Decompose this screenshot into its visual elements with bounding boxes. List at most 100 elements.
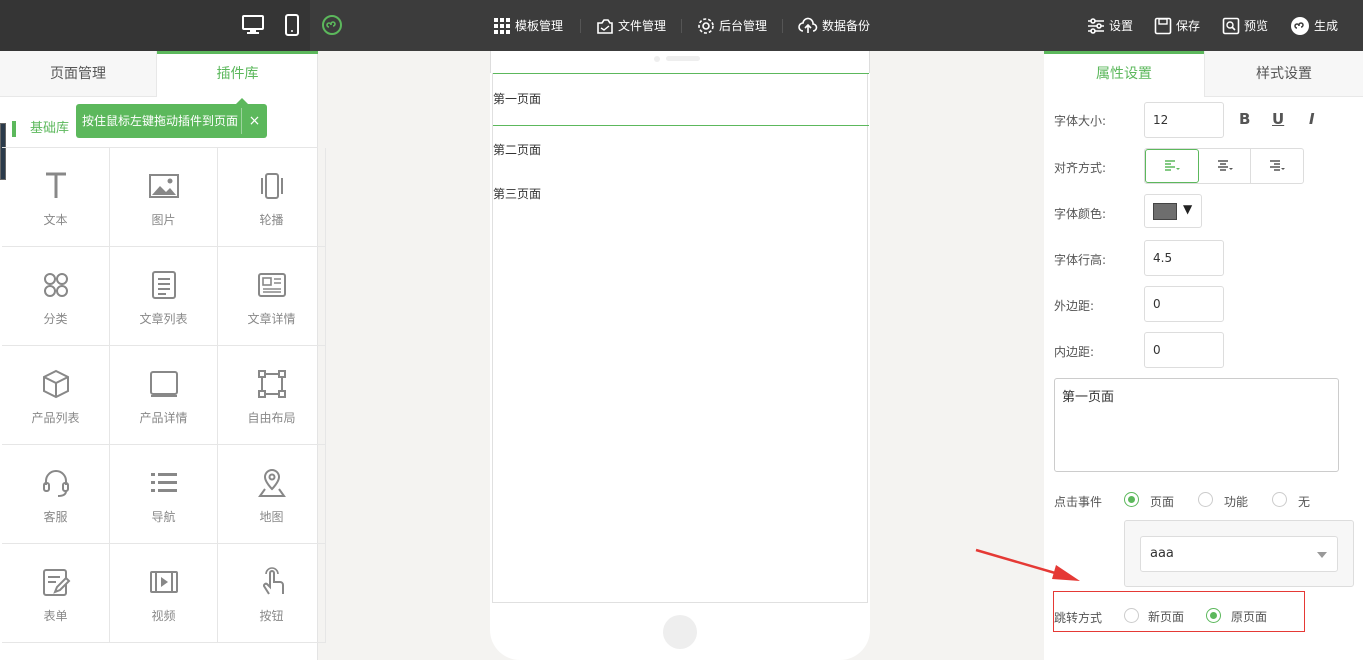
plugin-label: 产品列表 bbox=[31, 411, 80, 425]
align-center-icon bbox=[1217, 160, 1233, 171]
plugin-article-detail[interactable]: 文章详情 bbox=[218, 247, 326, 346]
font-size-input[interactable]: 12 bbox=[1144, 102, 1224, 138]
page-item-selected[interactable]: 第一页面 bbox=[493, 73, 869, 126]
plugin-category[interactable]: 分类 bbox=[2, 247, 110, 346]
library-title: 基础库 bbox=[12, 121, 69, 137]
template-manage-button[interactable]: 模板管理 bbox=[493, 0, 563, 51]
jump-mode-label: 跳转方式 bbox=[1054, 611, 1103, 625]
desktop-icon[interactable] bbox=[241, 13, 265, 37]
radio-new-page[interactable] bbox=[1124, 608, 1139, 623]
admin-manage-button[interactable]: 后台管理 bbox=[697, 0, 767, 51]
padding-label: 内边距: bbox=[1054, 345, 1095, 359]
plugin-navigation[interactable]: 导航 bbox=[110, 445, 218, 544]
nav-label: 后台管理 bbox=[719, 19, 768, 33]
tab-property-settings[interactable]: 属性设置 bbox=[1044, 51, 1204, 97]
plugin-map[interactable]: 地图 bbox=[218, 445, 326, 544]
plugin-label: 文本 bbox=[43, 213, 68, 227]
tooltip-arrow bbox=[236, 98, 248, 104]
plugin-product-list[interactable]: 产品列表 bbox=[2, 346, 110, 445]
drag-hint-tooltip: 按住鼠标左键拖动插件到页面 × bbox=[76, 98, 267, 138]
data-backup-button[interactable]: 数据备份 bbox=[798, 0, 870, 51]
tab-page-manage[interactable]: 页面管理 bbox=[0, 51, 157, 97]
padding-input[interactable]: 0 bbox=[1144, 332, 1224, 368]
plugin-free-layout[interactable]: 自由布局 bbox=[218, 346, 326, 445]
form-icon bbox=[43, 569, 71, 596]
page-select[interactable]: aaa bbox=[1140, 536, 1338, 572]
plugin-product-detail[interactable]: 产品详情 bbox=[110, 346, 218, 445]
plugin-label: 轮播 bbox=[259, 213, 284, 227]
caret-down-icon: ▼ bbox=[1183, 202, 1193, 216]
radio-none[interactable] bbox=[1272, 492, 1287, 507]
folder-icon bbox=[597, 18, 613, 34]
tap-icon bbox=[263, 567, 284, 595]
align-label: 对齐方式: bbox=[1054, 161, 1107, 175]
video-icon bbox=[150, 571, 178, 593]
tab-style-settings[interactable]: 样式设置 bbox=[1204, 51, 1363, 97]
radio-original-page-label: 原页面 bbox=[1231, 610, 1268, 624]
plugin-label: 视频 bbox=[151, 609, 176, 623]
article-list-icon bbox=[152, 271, 176, 299]
plugin-video[interactable]: 视频 bbox=[110, 544, 218, 643]
phone-preview: 第一页面 第二页面 第三页面 bbox=[490, 51, 870, 660]
plugin-label: 分类 bbox=[43, 312, 68, 326]
text-content-area[interactable]: 第一页面 bbox=[1054, 378, 1339, 472]
annotation-arrow-icon bbox=[975, 548, 1080, 581]
radio-function-label: 功能 bbox=[1224, 495, 1249, 509]
plugin-label: 导航 bbox=[151, 510, 176, 524]
radio-function[interactable] bbox=[1198, 492, 1213, 507]
plugin-customer-service[interactable]: 客服 bbox=[2, 445, 110, 544]
font-size-label: 字体大小: bbox=[1054, 114, 1107, 128]
line-height-label: 字体行高: bbox=[1054, 253, 1107, 267]
chevron-down-icon bbox=[1317, 552, 1327, 558]
bold-button[interactable]: B bbox=[1239, 110, 1250, 128]
generate-button[interactable]: 生成 bbox=[1290, 0, 1338, 51]
plugin-button[interactable]: 按钮 bbox=[218, 544, 326, 643]
font-color-picker[interactable]: ▼ bbox=[1144, 194, 1202, 228]
page-item[interactable]: 第二页面 bbox=[493, 141, 869, 158]
floppy-icon bbox=[1154, 17, 1172, 34]
carousel-icon bbox=[261, 173, 283, 199]
divider bbox=[681, 19, 682, 33]
plugin-carousel[interactable]: 轮播 bbox=[218, 148, 326, 247]
plugin-grid: 文本 图片 轮播 分类 文章列表 文章详情 产品列表 产品详情 自由布局 客服 … bbox=[2, 147, 326, 643]
action-label: 保存 bbox=[1176, 19, 1201, 33]
plugin-label: 按钮 bbox=[259, 609, 284, 623]
margin-label: 外边距: bbox=[1054, 299, 1095, 313]
radio-original-page[interactable] bbox=[1206, 608, 1221, 623]
plugin-text[interactable]: 文本 bbox=[2, 148, 110, 247]
plugin-label: 自由布局 bbox=[247, 411, 296, 425]
plugin-article-list[interactable]: 文章列表 bbox=[110, 247, 218, 346]
save-button[interactable]: 保存 bbox=[1154, 0, 1200, 51]
radio-page[interactable] bbox=[1124, 492, 1139, 507]
mobile-icon[interactable] bbox=[280, 13, 304, 37]
file-manage-button[interactable]: 文件管理 bbox=[596, 0, 666, 51]
line-height-input[interactable]: 4.5 bbox=[1144, 240, 1224, 276]
italic-button[interactable]: I bbox=[1309, 110, 1315, 128]
right-panel: 属性设置 样式设置 字体大小: 12 B U I 对齐方式: 字体颜色: ▼ 字… bbox=[1044, 51, 1363, 660]
preview-button[interactable]: 预览 bbox=[1222, 0, 1268, 51]
miniprogram-icon[interactable] bbox=[320, 13, 344, 37]
tab-plugin-library[interactable]: 插件库 bbox=[157, 51, 318, 97]
settings-button[interactable]: 设置 bbox=[1087, 0, 1133, 51]
align-right-button[interactable] bbox=[1251, 149, 1303, 183]
phone-screen[interactable]: 第一页面 第二页面 第三页面 bbox=[492, 73, 869, 603]
plugin-label: 客服 bbox=[43, 510, 68, 524]
nav-label: 文件管理 bbox=[618, 19, 667, 33]
left-panel: 页面管理 插件库 基础库 按住鼠标左键拖动插件到页面 × 文本 图片 轮播 分类… bbox=[0, 51, 326, 660]
align-left-icon bbox=[1164, 160, 1180, 171]
close-icon[interactable]: × bbox=[241, 108, 267, 134]
page-item[interactable]: 第三页面 bbox=[493, 185, 869, 202]
plugin-image[interactable]: 图片 bbox=[110, 148, 218, 247]
margin-input[interactable]: 0 bbox=[1144, 286, 1224, 322]
align-group bbox=[1144, 148, 1304, 184]
plugin-form[interactable]: 表单 bbox=[2, 544, 110, 643]
font-color-label: 字体颜色: bbox=[1054, 207, 1107, 221]
generate-icon bbox=[1291, 16, 1309, 35]
align-center-button[interactable] bbox=[1199, 149, 1252, 183]
align-left-button[interactable] bbox=[1145, 149, 1199, 183]
preview-icon bbox=[1222, 17, 1240, 34]
category-icon bbox=[44, 273, 68, 297]
plugin-label: 图片 bbox=[151, 213, 176, 227]
free-layout-icon bbox=[258, 370, 286, 398]
underline-button[interactable]: U bbox=[1272, 110, 1284, 128]
